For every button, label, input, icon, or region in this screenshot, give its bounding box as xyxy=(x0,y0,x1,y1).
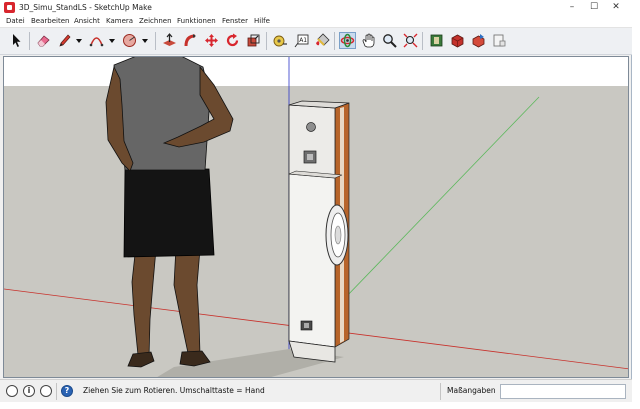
select-icon xyxy=(13,34,21,47)
menu-kamera[interactable]: Kamera xyxy=(106,17,133,25)
select-tool-button[interactable] xyxy=(8,32,25,49)
rotate-icon xyxy=(226,33,239,47)
svg-text:A1: A1 xyxy=(299,37,307,44)
3d-warehouse-button[interactable] xyxy=(428,32,445,49)
move-tool-button[interactable] xyxy=(203,32,220,49)
toolbar-separator xyxy=(155,32,156,50)
layout-button[interactable] xyxy=(491,32,508,49)
minimize-button[interactable]: – xyxy=(563,2,581,14)
arc-tool-button[interactable] xyxy=(88,32,105,49)
title-bar: 3D_Simu_StandLS - SketchUp Make – ☐ ✕ xyxy=(0,0,632,16)
tape-measure-tool-button[interactable] xyxy=(272,32,289,49)
text-tool-button[interactable]: A1 xyxy=(293,32,310,49)
push-pull-icon xyxy=(163,33,176,46)
zoom-extents-tool-button[interactable] xyxy=(402,32,419,49)
layout-icon xyxy=(493,34,506,47)
paint-bucket-icon xyxy=(316,33,330,46)
paint-bucket-tool-button[interactable] xyxy=(314,32,331,49)
main-toolbar: A1 xyxy=(0,28,632,55)
scale-icon xyxy=(247,34,260,47)
stand-model[interactable] xyxy=(288,100,350,363)
arc-dropdown-caret[interactable] xyxy=(109,37,115,45)
status-bar: i ? Ziehen Sie zum Rotieren. Umschalttas… xyxy=(0,379,632,402)
chevron-down-icon xyxy=(76,39,82,43)
scale-tool-button[interactable] xyxy=(245,32,262,49)
modeling-viewport[interactable] xyxy=(3,56,629,378)
geo-location-icon[interactable] xyxy=(6,385,18,397)
measurements-label: Maßangaben xyxy=(447,386,496,395)
line-dropdown-caret[interactable] xyxy=(76,37,82,45)
3d-warehouse-icon xyxy=(430,34,443,47)
orbit-icon xyxy=(340,33,355,48)
toolbar-separator xyxy=(266,32,267,50)
menu-bearbeiten[interactable]: Bearbeiten xyxy=(31,17,69,25)
share-model-button[interactable] xyxy=(470,32,487,49)
orbit-tool-button[interactable] xyxy=(339,32,356,49)
eraser-tool-button[interactable] xyxy=(35,32,52,49)
menu-datei[interactable]: Datei xyxy=(6,17,25,25)
toolbar-separator xyxy=(29,32,30,50)
extension-warehouse-button[interactable] xyxy=(449,32,466,49)
line-tool-button[interactable] xyxy=(56,32,73,49)
chevron-down-icon xyxy=(142,39,148,43)
menu-bar: Datei Bearbeiten Ansicht Kamera Zeichnen… xyxy=(0,16,632,28)
status-divider xyxy=(56,383,57,400)
follow-me-icon xyxy=(184,34,196,47)
shape-dropdown-caret[interactable] xyxy=(142,37,148,45)
pencil-line-icon xyxy=(59,34,71,47)
toolbar-separator xyxy=(334,32,335,50)
scene-canvas[interactable] xyxy=(4,57,629,378)
credits-icon[interactable]: i xyxy=(23,385,35,397)
shape-tool-button[interactable] xyxy=(121,32,138,49)
menu-funktionen[interactable]: Funktionen xyxy=(177,17,216,25)
text-icon: A1 xyxy=(294,34,309,48)
menu-zeichnen[interactable]: Zeichnen xyxy=(139,17,172,25)
rotate-tool-button[interactable] xyxy=(224,32,241,49)
push-pull-tool-button[interactable] xyxy=(161,32,178,49)
sketchup-app-icon xyxy=(4,2,15,13)
chevron-down-icon xyxy=(109,39,115,43)
shape-icon xyxy=(123,34,136,47)
zoom-icon xyxy=(383,34,397,48)
extension-warehouse-icon xyxy=(451,34,464,48)
measurements-input[interactable] xyxy=(500,384,626,399)
eraser-icon xyxy=(37,35,50,47)
zoom-extents-icon xyxy=(403,33,418,48)
menu-hilfe[interactable]: Hilfe xyxy=(254,17,270,25)
menu-ansicht[interactable]: Ansicht xyxy=(74,17,100,25)
move-icon xyxy=(205,34,218,47)
arc-icon xyxy=(89,37,104,47)
close-button[interactable]: ✕ xyxy=(607,2,625,14)
zoom-tool-button[interactable] xyxy=(381,32,398,49)
user-icon[interactable] xyxy=(40,385,52,397)
window-title: 3D_Simu_StandLS - SketchUp Make xyxy=(19,3,152,12)
status-message: Ziehen Sie zum Rotieren. Umschalttaste =… xyxy=(83,386,265,395)
sky-background xyxy=(4,57,628,86)
menu-fenster[interactable]: Fenster xyxy=(222,17,248,25)
status-divider xyxy=(440,383,441,400)
maximize-button[interactable]: ☐ xyxy=(585,2,603,14)
toolbar-separator xyxy=(422,32,423,50)
tape-measure-icon xyxy=(273,35,287,47)
follow-me-tool-button[interactable] xyxy=(182,32,199,49)
pan-icon xyxy=(362,33,375,48)
help-icon[interactable]: ? xyxy=(61,385,73,397)
pan-tool-button[interactable] xyxy=(360,32,377,49)
sketchup-window: 3D_Simu_StandLS - SketchUp Make – ☐ ✕ Da… xyxy=(0,0,632,402)
share-model-icon xyxy=(472,34,485,48)
